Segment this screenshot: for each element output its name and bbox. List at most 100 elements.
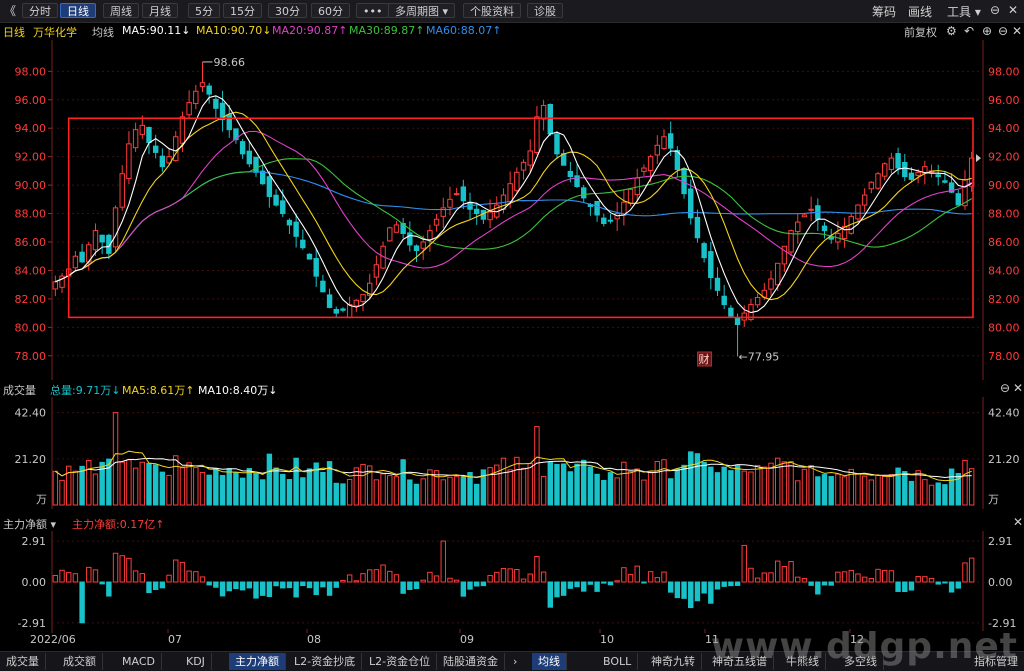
candle-body [868, 181, 875, 190]
period-tab-intraday[interactable]: 分时 [22, 3, 58, 18]
diagnose-button[interactable]: 诊股 [527, 3, 563, 18]
flow-bar [112, 552, 119, 583]
tools-dropdown[interactable]: 工具 ▾ [947, 3, 981, 20]
tab-l2-bottom-fishing[interactable]: L2-资金抄底 [288, 653, 363, 670]
flow-bar [968, 557, 975, 583]
draw-line-button[interactable]: 画线 [908, 3, 932, 20]
multi-period-dropdown[interactable]: 多周期图 ▾ [388, 3, 456, 18]
zoom-out-icon[interactable]: ⊖ [998, 24, 1008, 38]
volume-bar [554, 464, 560, 506]
volume-bar [320, 471, 326, 506]
flow-bar [848, 569, 854, 583]
avg-line-label[interactable]: 均线 [92, 24, 114, 40]
volume-bar [821, 474, 828, 506]
period-tab-5min[interactable]: 5分 [188, 3, 220, 18]
volume-bar [835, 473, 841, 506]
flow-bar [641, 581, 647, 584]
candle-body [213, 98, 219, 109]
candle-body [413, 245, 420, 252]
tab-main-net-flow[interactable]: 主力净额 [229, 653, 286, 670]
close-panel-icon[interactable]: ✕ [1013, 381, 1023, 395]
flow-bar [266, 581, 273, 597]
volume-bar [661, 459, 667, 506]
tabs-scroll-right-icon[interactable]: › [507, 653, 523, 670]
more-periods-button[interactable]: ••• [356, 3, 390, 18]
flow-tick-label-right: 2.91 [988, 535, 1013, 548]
flow-bar [333, 581, 339, 588]
flow-bar [821, 581, 828, 586]
period-tab-daily[interactable]: 日线 [60, 3, 96, 18]
volume-ma10: MA10:8.40万↓ [198, 384, 278, 397]
tab-volume[interactable]: 成交量 [0, 653, 46, 670]
chips-button[interactable]: 筹码 [872, 3, 896, 20]
period-tab-weekly[interactable]: 周线 [103, 3, 139, 18]
price-chart[interactable]: 98.00 98.00 96.00 96.00 94.00 94.00 92.00 92.00… [0, 40, 1024, 380]
zoom-in-icon[interactable]: ⊕ [982, 24, 992, 38]
flow-bar [728, 581, 734, 587]
tab-turnover[interactable]: 成交额 [57, 653, 103, 670]
candle-body [353, 299, 360, 307]
volume-chart[interactable]: 42.40 42.40 21.20 21.20 万 万 [0, 397, 1024, 509]
close-panel-icon[interactable]: ✕ [1012, 24, 1022, 38]
candle-body [126, 143, 132, 179]
close-icon[interactable]: ✕ [1008, 3, 1018, 17]
settings-icon[interactable]: ⚙ [946, 24, 957, 38]
flow-bar [634, 565, 640, 583]
tab-l2-position[interactable]: L2-资金仓位 [363, 653, 438, 670]
volume-bar [647, 471, 654, 506]
candle-body [821, 225, 828, 232]
top-toolbar: 《 分时 日线 周线 月线 5分 15分 30分 60分 ••• 多周期图 ▾ … [0, 0, 1024, 23]
flow-bar [828, 581, 834, 586]
flow-bar [774, 560, 781, 583]
candle-body [79, 251, 85, 263]
volume-bar [440, 479, 446, 506]
tab-magic-nine[interactable]: 神奇九转 [645, 653, 702, 670]
tab-boll[interactable]: BOLL [597, 653, 639, 670]
volume-bar [641, 479, 647, 506]
candle-body [875, 173, 881, 189]
volume-bar [246, 468, 253, 506]
tab-northbound-flow[interactable]: 陆股通资金 [437, 653, 505, 670]
flow-bar [433, 575, 440, 583]
flow-bar [52, 575, 59, 583]
tab-macd[interactable]: MACD [116, 653, 162, 670]
candle-body [246, 150, 253, 165]
close-panel-icon[interactable]: ✕ [1013, 515, 1023, 529]
volume-bar [280, 473, 286, 506]
period-tab-60min[interactable]: 60分 [311, 3, 350, 18]
ma20-value: MA20:90.87↑ [272, 24, 348, 37]
flow-bar [801, 577, 808, 583]
flow-bar [781, 566, 788, 583]
flow-bar [166, 574, 172, 583]
zoom-out-icon[interactable]: ⊖ [1000, 381, 1010, 395]
volume-ma5-line [55, 450, 972, 482]
flow-bar [962, 562, 968, 583]
volume-ma10-line [55, 457, 972, 479]
flow-bar [280, 581, 286, 589]
volume-bar [286, 479, 293, 506]
stock-info-button[interactable]: 个股资料 [463, 3, 521, 18]
back-arrow-icon[interactable]: 《 [4, 2, 16, 19]
candle-body [186, 102, 192, 116]
volume-panel-title[interactable]: 成交量 [3, 382, 36, 398]
volume-bar [688, 451, 694, 506]
undo-icon[interactable]: ↶ [964, 24, 974, 38]
period-tab-30min[interactable]: 30分 [268, 3, 307, 18]
price-tick-label-right: 80.00 [988, 321, 1020, 334]
flow-panel-title[interactable]: 主力净额 ▾ [3, 516, 56, 532]
flow-bar [346, 574, 353, 583]
flow-bar [286, 581, 293, 589]
tab-kdj[interactable]: KDJ [180, 653, 212, 670]
adjust-mode[interactable]: 前复权 [904, 24, 937, 40]
period-tab-15min[interactable]: 15分 [223, 3, 262, 18]
volume-bar [300, 477, 306, 506]
minimize-icon[interactable]: ⊖ [990, 3, 1000, 17]
tab-ma-overlay[interactable]: 均线 [532, 653, 567, 670]
candle-body [433, 218, 440, 226]
flow-bar [66, 572, 72, 583]
period-tab-monthly[interactable]: 月线 [142, 3, 178, 18]
candle-body [694, 216, 701, 239]
ma10-value: MA10:90.70↓ [196, 24, 272, 37]
candle-body [453, 193, 460, 196]
candle-body [607, 219, 614, 222]
